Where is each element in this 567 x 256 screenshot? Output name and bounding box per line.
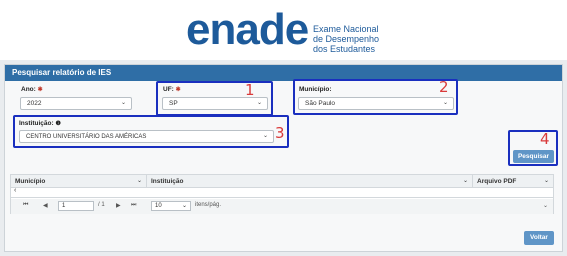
grid-header: Município ⌄ Instituição ⌄ Arquivo PDF ⌄ xyxy=(11,175,553,188)
site-header: enade Exame Nacional de Desempenho dos E… xyxy=(0,0,567,60)
tagline-line-1: Exame Nacional xyxy=(313,24,379,34)
required-icon: ✱ xyxy=(37,87,43,93)
column-label: Município xyxy=(15,178,46,185)
chevron-down-icon: ⌄ xyxy=(543,178,549,184)
annotation-number-2: 2 xyxy=(439,78,449,96)
scroll-left-icon[interactable]: ‹ xyxy=(14,187,16,194)
grid-body: ‹ xyxy=(11,187,553,198)
enade-logo: enade xyxy=(186,5,309,54)
tagline-line-2: de Desempenho xyxy=(313,34,380,44)
column-municipio[interactable]: Município ⌄ xyxy=(11,175,147,188)
annotation-box-1 xyxy=(156,81,273,116)
page-size-value: 10 xyxy=(155,203,162,209)
first-page-icon[interactable]: ⏮ xyxy=(23,202,28,209)
annotation-box-4 xyxy=(508,130,558,166)
annotation-number-3: 3 xyxy=(275,124,285,142)
annotation-number-4: 4 xyxy=(540,130,550,148)
search-panel: Pesquisar relatório de IES xyxy=(4,64,563,252)
column-arquivo-pdf[interactable]: Arquivo PDF ⌄ xyxy=(473,175,553,188)
page-size-suffix: itens/pág. xyxy=(195,202,222,208)
grid-pager: ⏮ ◀ 1 / 1 ▶ ⏭ 10 ⌄ itens/pág. ⌄ xyxy=(11,199,553,214)
page-size-select[interactable]: 10 ⌄ xyxy=(151,201,191,211)
annotation-number-1: 1 xyxy=(245,81,255,99)
annotation-box-2 xyxy=(293,79,458,115)
chevron-down-icon: ⌄ xyxy=(181,203,187,209)
ano-label: Ano: ✱ xyxy=(21,86,43,93)
column-instituicao[interactable]: Instituição ⌄ xyxy=(147,175,473,188)
page-value: 1 xyxy=(62,203,66,209)
logo-tagline: Exame Nacional de Desempenho dos Estudan… xyxy=(313,24,379,54)
chevron-down-icon: ⌄ xyxy=(136,178,142,184)
ano-value: 2022 xyxy=(27,100,42,107)
scroll-down-icon[interactable]: ⌄ xyxy=(543,202,548,209)
chevron-down-icon: ⌄ xyxy=(462,178,468,184)
column-label: Arquivo PDF xyxy=(477,178,517,185)
tagline-line-3: dos Estudantes xyxy=(313,44,376,54)
annotation-box-3 xyxy=(13,115,289,148)
results-grid: Município ⌄ Instituição ⌄ Arquivo PDF ⌄ … xyxy=(10,174,554,214)
next-page-icon[interactable]: ▶ xyxy=(116,202,121,209)
total-pages: / 1 xyxy=(98,202,105,208)
page-input[interactable]: 1 xyxy=(58,201,94,211)
last-page-icon[interactable]: ⏭ xyxy=(131,202,136,209)
ano-select[interactable]: 2022 ⌄ xyxy=(20,97,132,110)
voltar-button[interactable]: Voltar xyxy=(524,231,554,245)
column-label: Instituição xyxy=(151,178,184,185)
panel-title: Pesquisar relatório de IES xyxy=(5,65,562,81)
prev-page-icon[interactable]: ◀ xyxy=(43,202,48,209)
ano-label-text: Ano: xyxy=(21,86,36,93)
chevron-down-icon: ⌄ xyxy=(120,100,126,106)
